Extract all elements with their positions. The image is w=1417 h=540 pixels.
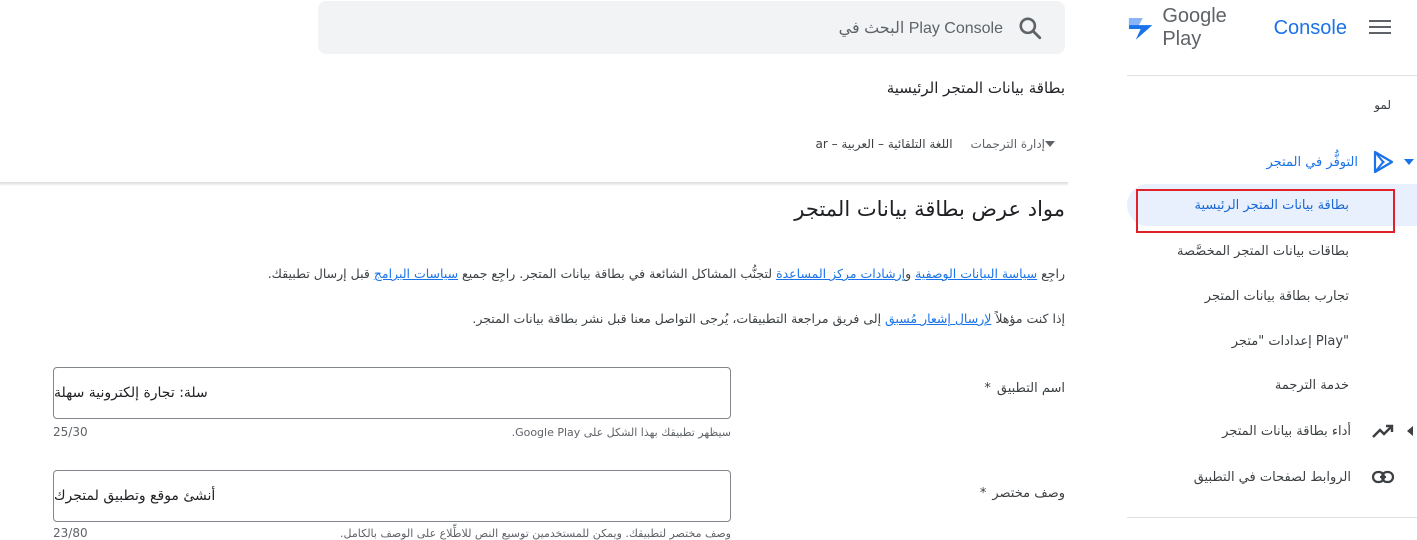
- short-description-help: وصف مختصر لتطبيقك. ويمكن للمستخدمين توسي…: [340, 527, 731, 540]
- required-marker: *: [984, 381, 991, 396]
- trending-up-icon: [1372, 424, 1394, 438]
- language-row: اللغة التلقائية – العربية – ar إدارة الت…: [815, 137, 1065, 151]
- sidebar-item-label: الروابط لصفحات في التطبيق: [1193, 469, 1351, 485]
- advance-notice-link[interactable]: لإرسال إشعار مُسبق: [885, 311, 991, 326]
- sidebar: Google Play Console لمو التوفُّر في المت…: [1127, 0, 1417, 540]
- sidebar-item-play-store-settings[interactable]: إعدادات "متجر Play": [1127, 320, 1417, 362]
- sidebar-item-custom-store-listings[interactable]: بطاقات بيانات المتجر المخصَّصة: [1127, 230, 1417, 272]
- chevron-left-icon: [1407, 426, 1413, 436]
- section-title: مواد عرض بطاقة بيانات المتجر: [794, 197, 1065, 221]
- play-store-icon: [1373, 150, 1394, 174]
- sidebar-item-translation-service[interactable]: خدمة الترجمة: [1127, 364, 1417, 406]
- link-icon: [1371, 470, 1395, 484]
- short-description-input[interactable]: أنشئ موقع وتطبيق لمتجرك: [53, 470, 731, 522]
- label-text: وصف مختصر: [992, 486, 1065, 501]
- metadata-policy-link[interactable]: سياسة البيانات الوصفية: [915, 266, 1037, 281]
- text: راجِع: [1037, 266, 1065, 281]
- sidebar-item-store-listing-experiments[interactable]: تجارب بطاقة بيانات المتجر: [1127, 275, 1417, 317]
- header-divider: [0, 182, 1068, 186]
- short-description-label: وصف مختصر *: [980, 486, 1065, 501]
- google-play-console-logo[interactable]: Google Play Console: [1127, 5, 1347, 50]
- sidebar-item-label: بطاقة بيانات المتجر الرئيسية: [1194, 197, 1350, 213]
- play-console-logo-icon: [1128, 18, 1153, 40]
- app-name-input[interactable]: سلة: تجارة إلكترونية سهلة: [53, 367, 731, 419]
- manage-translations-dropdown[interactable]: إدارة الترجمات: [971, 137, 1065, 151]
- dropdown-arrow-icon: [1045, 141, 1055, 147]
- search-input[interactable]: البحث في Play Console: [318, 1, 1065, 54]
- sidebar-item-label: إعدادات "متجر Play": [1231, 333, 1349, 349]
- help-center-guidelines-link[interactable]: إرشادات مركز المساعدة: [776, 266, 905, 281]
- text: و: [905, 266, 916, 281]
- sidebar-divider: [1127, 75, 1417, 76]
- logo-console-text: Console: [1273, 16, 1347, 39]
- sidebar-item-label: تجارب بطاقة بيانات المتجر: [1204, 288, 1349, 304]
- sidebar-item-deep-links[interactable]: الروابط لصفحات في التطبيق: [1127, 456, 1417, 498]
- app-name-label: اسم التطبيق *: [984, 381, 1065, 396]
- text: قبل إرسال تطبيقك.: [267, 266, 374, 281]
- text: لتجنُّب المشاكل الشائعة في بطاقة بيانات …: [458, 266, 777, 281]
- sidebar-section-store-presence[interactable]: التوفُّر في المتجر: [1127, 142, 1417, 182]
- advance-notice-paragraph: إذا كنت مؤهلاً لإرسال إشعار مُسبق إلى فر…: [472, 311, 1065, 326]
- manage-translations-label: إدارة الترجمات: [970, 137, 1045, 151]
- search-icon: [1019, 16, 1042, 39]
- chevron-down-icon: [1404, 159, 1414, 165]
- sidebar-item-main-store-listing[interactable]: بطاقة بيانات المتجر الرئيسية: [1127, 184, 1417, 226]
- search-placeholder: البحث في Play Console: [838, 19, 1003, 37]
- sidebar-item-truncated[interactable]: لمو: [1374, 98, 1391, 112]
- sidebar-item-label: بطاقات بيانات المتجر المخصَّصة: [1177, 243, 1349, 259]
- short-description-counter: 23/80: [53, 526, 88, 540]
- sidebar-divider: [1127, 517, 1417, 518]
- sidebar-item-label: أداء بطاقة بيانات المتجر: [1222, 423, 1351, 439]
- sidebar-item-store-listing-performance[interactable]: أداء بطاقة بيانات المتجر: [1127, 410, 1417, 452]
- page-title: بطاقة بيانات المتجر الرئيسية: [886, 79, 1065, 97]
- program-policies-link[interactable]: سياسات البرامج: [374, 266, 458, 281]
- sidebar-section-label: التوفُّر في المتجر: [1266, 154, 1359, 170]
- logo-google-play-text: Google Play: [1162, 5, 1227, 50]
- menu-icon[interactable]: [1369, 18, 1391, 36]
- policy-paragraph: راجِع سياسة البيانات الوصفية وإرشادات مر…: [268, 266, 1065, 281]
- required-marker: *: [979, 486, 987, 501]
- default-language: اللغة التلقائية – العربية – ar: [815, 137, 953, 151]
- text: إذا كنت مؤهلاً: [991, 311, 1065, 326]
- app-name-counter: 25/30: [53, 425, 88, 439]
- sidebar-item-label: خدمة الترجمة: [1274, 377, 1349, 393]
- label-text: اسم التطبيق: [996, 381, 1065, 396]
- app-name-help: سيظهر تطبيقك بهذا الشكل على Google Play.: [511, 426, 731, 439]
- text: إلى فريق مراجعة التطبيقات، يُرجى التواصل…: [472, 311, 886, 326]
